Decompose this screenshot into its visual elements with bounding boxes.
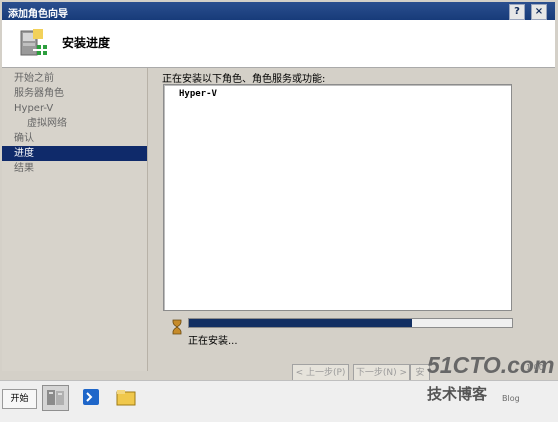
watermark-sub: 技术博客 [427, 385, 488, 403]
install-instruction: 正在安装以下角色、角色服务或功能: [162, 74, 326, 85]
nav-item-results[interactable]: 结果 [2, 161, 147, 176]
close-icon[interactable]: × [531, 4, 547, 20]
wizard-navigation: 开始之前 服务器角色 Hyper-V 虚拟网络 确认 进度 结果 [2, 68, 148, 371]
nav-item-progress[interactable]: 进度 [2, 146, 147, 161]
window-title: 添加角色向导 [8, 9, 68, 20]
site-watermark: 51CTO.com 技术博客 Blog 1·00 [424, 352, 554, 417]
watermark-small: Blog [502, 394, 520, 403]
nav-list: 开始之前 服务器角色 Hyper-V 虚拟网络 确认 进度 结果 [2, 71, 147, 176]
page-title: 安装进度 [62, 36, 111, 50]
title-bar[interactable]: 添加角色向导 ? × [2, 2, 555, 20]
add-role-icon [20, 29, 51, 59]
hourglass-icon [172, 319, 182, 335]
powershell-glyph [83, 389, 99, 405]
explorer-icon[interactable] [113, 385, 138, 409]
install-item-hyper-v: Hyper-V [179, 89, 217, 99]
wizard-content: 正在安装以下角色、角色服务或功能: Hyper-V 正在安装... [148, 68, 555, 371]
server-manager-glyph [47, 390, 64, 405]
nav-item-confirmation[interactable]: 确认 [2, 131, 147, 146]
watermark-tiny: 1·00 [526, 363, 544, 372]
wizard-window: 添加角色向导 ? × 安装进度 开始之前 服务器角色 Hyper-V 虚拟网络 … [0, 0, 558, 422]
title-bar-controls: ? × [509, 4, 547, 20]
nav-item-hyper-v[interactable]: Hyper-V [2, 101, 147, 116]
start-button[interactable]: 开始 [2, 389, 37, 409]
help-icon[interactable]: ? [509, 4, 525, 20]
progress-bar [188, 318, 513, 328]
nav-item-server-roles[interactable]: 服务器角色 [2, 86, 147, 101]
powershell-icon[interactable] [79, 385, 104, 409]
explorer-glyph [116, 390, 136, 406]
installing-items-list[interactable]: Hyper-V [163, 84, 512, 311]
nav-item-before-you-begin[interactable]: 开始之前 [2, 71, 147, 86]
nav-item-virtual-network[interactable]: 虚拟网络 [2, 116, 147, 131]
progress-fill [189, 319, 412, 327]
server-manager-icon[interactable] [42, 385, 69, 411]
install-status: 正在安装... [188, 336, 238, 347]
wizard-header: 安装进度 [2, 20, 555, 68]
